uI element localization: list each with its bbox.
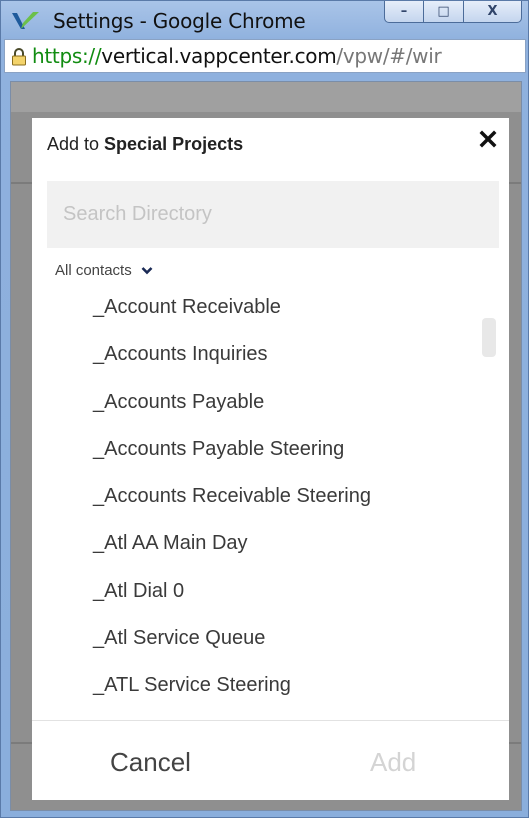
close-icon[interactable] (477, 128, 499, 150)
lock-icon (12, 48, 26, 66)
url-scheme: https:// (32, 44, 102, 68)
contacts-list: _Account Receivable _Accounts Inquiries … (32, 284, 509, 719)
window-close-icon: X (487, 4, 498, 19)
list-item[interactable]: _Account Receivable (32, 284, 509, 331)
window-title: Settings - Google Chrome (53, 9, 306, 33)
dialog-title-group: Special Projects (104, 134, 244, 154)
url-host: vertical.vappcenter.com (101, 44, 337, 68)
background-header (11, 82, 521, 112)
url-text: https://vertical.vappcenter.com/vpw/#/wi… (32, 44, 442, 68)
list-item[interactable]: _Accounts Payable (32, 379, 509, 426)
minimize-icon: – (400, 4, 408, 19)
address-bar[interactable]: https://vertical.vappcenter.com/vpw/#/wi… (4, 39, 526, 73)
page-viewport: Add to Special Projects All contacts _Ac… (10, 81, 522, 811)
cancel-button[interactable]: Cancel (110, 738, 191, 786)
maximize-button[interactable]: □ (424, 1, 464, 23)
list-item[interactable]: _ATL Service Steering (32, 662, 509, 709)
filter-label: All contacts (55, 262, 132, 279)
search-input[interactable] (47, 181, 499, 248)
add-contact-dialog: Add to Special Projects All contacts _Ac… (32, 118, 509, 800)
window-controls: – □ X (384, 1, 526, 25)
list-item[interactable]: _Accounts Inquiries (32, 331, 509, 378)
list-scrollbar-thumb[interactable] (482, 318, 496, 357)
browser-window: Settings - Google Chrome – □ X https://v… (0, 0, 529, 818)
list-item[interactable]: _Atl AA Main Day (32, 520, 509, 567)
list-item[interactable]: _Accounts Payable Steering (32, 426, 509, 473)
dialog-title: Add to Special Projects (47, 134, 243, 155)
dialog-title-prefix: Add to (47, 134, 105, 154)
list-item[interactable]: _Atl Dial 0 (32, 568, 509, 615)
app-logo-icon (12, 12, 39, 29)
footer-divider (32, 720, 509, 721)
window-close-button[interactable]: X (464, 1, 522, 23)
add-button[interactable]: Add (370, 738, 416, 786)
contacts-filter-dropdown[interactable]: All contacts (55, 262, 153, 279)
maximize-icon: □ (437, 4, 450, 19)
minimize-button[interactable]: – (384, 1, 424, 23)
chevron-down-icon (141, 267, 153, 275)
title-bar: Settings - Google Chrome – □ X (1, 1, 528, 39)
list-item[interactable]: _Accounts Receivable Steering (32, 473, 509, 520)
list-item[interactable]: _Atl Service Queue (32, 615, 509, 662)
url-path: /vpw/#/wir (336, 44, 442, 68)
